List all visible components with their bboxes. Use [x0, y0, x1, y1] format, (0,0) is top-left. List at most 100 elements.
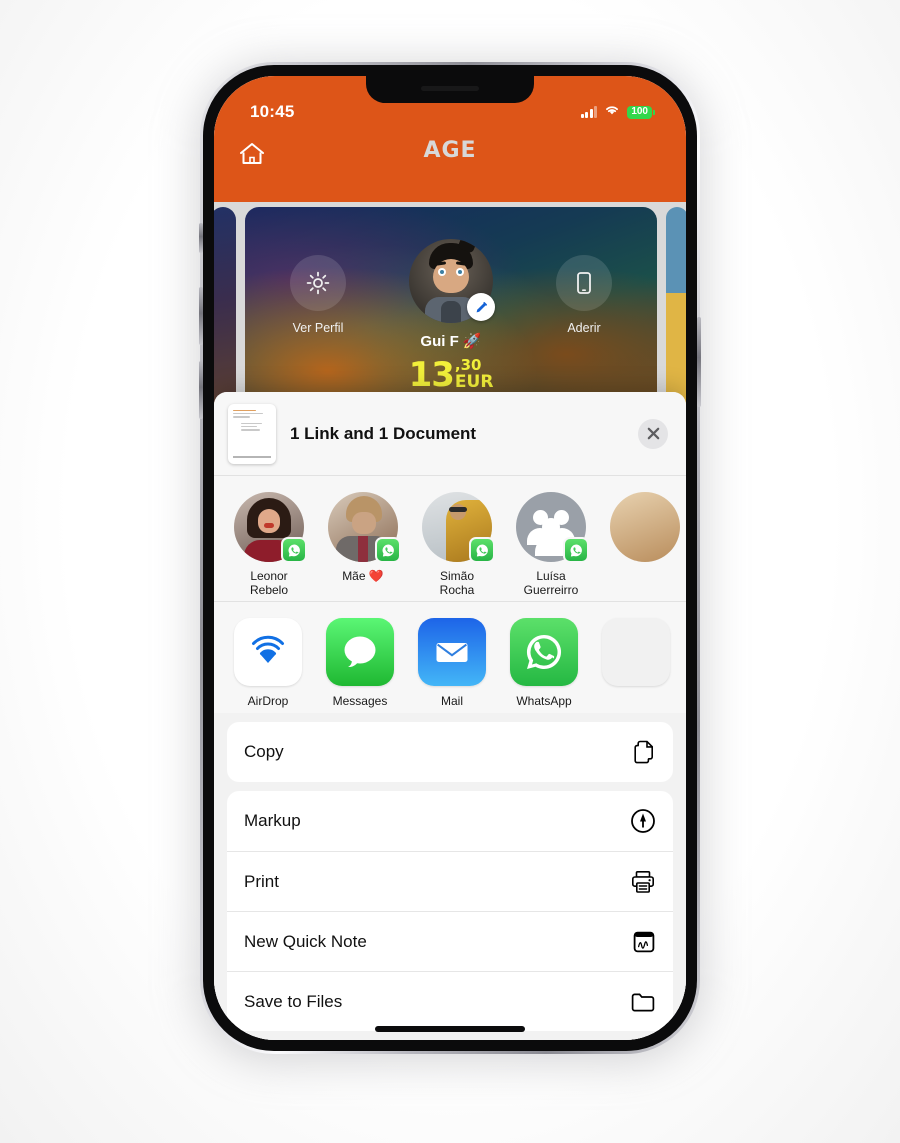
balance-cents: ,30	[454, 356, 482, 374]
profile-identity: Gui F 🚀	[409, 239, 495, 350]
app-nav-row: AGE	[214, 122, 686, 178]
contact-name: Luísa Guerreirro	[514, 569, 588, 597]
share-app-messages[interactable]: Messages	[326, 617, 394, 708]
contact-name-line2: Rocha	[439, 583, 475, 598]
contact-name-line1: Mãe ❤️	[342, 569, 384, 583]
action-label: Print	[244, 871, 279, 891]
contact-name: Simão Rocha	[420, 569, 494, 597]
earpiece-speaker	[421, 86, 479, 91]
action-label: Save to Files	[244, 991, 343, 1011]
action-new-quick-note[interactable]: New Quick Note	[227, 911, 673, 971]
quick-note-icon	[628, 930, 656, 954]
share-app-label: AirDrop	[247, 693, 289, 708]
share-app-whatsapp[interactable]: WhatsApp	[510, 617, 578, 708]
status-indicators: 100	[580, 103, 655, 121]
status-time: 10:45	[250, 102, 295, 121]
action-group-secondary: Markup Print New Quick Note Save to File…	[227, 791, 673, 1031]
contact-name: Mãe ❤️	[326, 569, 400, 583]
app-brand-logo: AGE	[423, 138, 477, 163]
partial-app-icon	[602, 617, 670, 686]
pencil-edit-icon[interactable]	[467, 293, 495, 321]
profile-carousel[interactable]: Ver Perfil Gui F 🚀 Aderir 13 ,30 EUR	[214, 202, 686, 412]
contact-name: Leonor Rebelo	[232, 569, 306, 597]
view-profile-label: Ver Perfil	[292, 321, 344, 335]
signal-bars-icon	[580, 106, 598, 118]
avatar	[516, 492, 589, 563]
phone-screen: 10:45 100 AGE Ver Perfil Gui F 🚀 Aderir …	[214, 76, 686, 1040]
balance-integer: 13	[408, 355, 455, 395]
mobile-phone-icon	[556, 255, 612, 311]
messages-icon	[326, 617, 394, 686]
balance-currency: EUR	[454, 372, 494, 392]
contact-name-line2: Rebelo	[249, 583, 289, 598]
whatsapp-icon	[469, 537, 495, 563]
mail-icon	[418, 617, 486, 686]
whatsapp-icon	[563, 537, 589, 563]
share-app-label: WhatsApp	[516, 693, 572, 708]
share-sheet-title: 1 Link and 1 Document	[290, 423, 477, 443]
contact-name-line2: Guerreirro	[523, 583, 579, 598]
whatsapp-icon	[375, 537, 401, 563]
screenshot-stage: 10:45 100 AGE Ver Perfil Gui F 🚀 Aderir …	[0, 0, 900, 1143]
action-label: New Quick Note	[244, 931, 367, 951]
share-app-label: Messages	[332, 693, 388, 708]
share-apps-row[interactable]: AirDrop Messages Mail WhatsApp	[214, 601, 686, 713]
avatar-wrapper[interactable]	[409, 239, 495, 323]
markup-pen-icon	[628, 808, 656, 834]
profile-card-row: Ver Perfil Gui F 🚀 Aderir	[245, 207, 657, 350]
share-app-label: Mail	[440, 693, 463, 708]
volume-down-button[interactable]	[199, 361, 203, 419]
close-icon[interactable]	[638, 418, 668, 449]
profile-card[interactable]: Ver Perfil Gui F 🚀 Aderir 13 ,30 EUR	[245, 207, 657, 412]
share-app-partial[interactable]	[602, 617, 670, 699]
carousel-card-previous[interactable]	[214, 207, 236, 412]
list-item[interactable]: Leonor Rebelo	[232, 492, 307, 597]
power-button[interactable]	[697, 317, 701, 407]
list-item-partial[interactable]	[608, 492, 682, 587]
contact-name-line1: Simão	[439, 569, 474, 583]
action-copy[interactable]: Copy	[227, 722, 673, 782]
action-markup[interactable]: Markup	[227, 791, 673, 851]
action-label: Markup	[244, 811, 301, 830]
share-actions: Copy Markup Print New Quick Note Save to…	[214, 713, 686, 1040]
airdrop-icon	[234, 617, 302, 686]
action-save-to-files[interactable]: Save to Files	[227, 971, 673, 1031]
action-print[interactable]: Print	[227, 851, 673, 911]
avatar	[328, 492, 401, 563]
avatar	[422, 492, 495, 563]
action-label: Copy	[244, 742, 284, 761]
silence-switch[interactable]	[199, 223, 203, 253]
join-label: Aderir	[567, 321, 601, 335]
whatsapp-icon	[281, 537, 307, 563]
copy-icon	[628, 739, 656, 765]
contacts-suggestions-row[interactable]: Leonor Rebelo Mãe ❤️ Simão Rocha Luísa G…	[214, 476, 686, 602]
share-app-mail[interactable]: Mail	[418, 617, 486, 708]
phone-frame: 10:45 100 AGE Ver Perfil Gui F 🚀 Aderir …	[199, 62, 701, 1054]
phone-bezel: 10:45 100 AGE Ver Perfil Gui F 🚀 Aderir …	[199, 65, 701, 1051]
account-balance: 13,30 EUR	[245, 355, 657, 395]
document-thumbnail	[228, 403, 276, 464]
avatar	[234, 492, 307, 563]
view-profile-action[interactable]: Ver Perfil	[279, 255, 357, 335]
list-item[interactable]: Mãe ❤️	[326, 492, 401, 587]
contact-name-line1: Luísa	[536, 569, 566, 583]
join-action[interactable]: Aderir	[545, 255, 623, 335]
avatar	[610, 492, 680, 562]
home-indicator[interactable]	[375, 1026, 525, 1032]
list-item[interactable]: Simão Rocha	[420, 492, 495, 597]
wifi-icon	[604, 103, 620, 121]
contact-name-line1: Leonor	[250, 569, 288, 583]
list-item[interactable]: Luísa Guerreirro	[514, 492, 589, 597]
folder-icon	[628, 990, 656, 1014]
share-sheet: 1 Link and 1 Document Leonor Rebelo Mãe …	[214, 392, 686, 1040]
carousel-card-next[interactable]	[666, 207, 686, 412]
printer-icon	[628, 869, 656, 895]
battery-indicator: 100	[627, 105, 655, 119]
whatsapp-icon	[510, 617, 578, 686]
volume-up-button[interactable]	[199, 287, 203, 345]
share-sheet-header: 1 Link and 1 Document	[214, 392, 686, 476]
notch	[366, 76, 534, 103]
gear-icon	[290, 255, 346, 311]
share-app-airdrop[interactable]: AirDrop	[234, 617, 302, 708]
profile-name: Gui F 🚀	[420, 333, 482, 350]
